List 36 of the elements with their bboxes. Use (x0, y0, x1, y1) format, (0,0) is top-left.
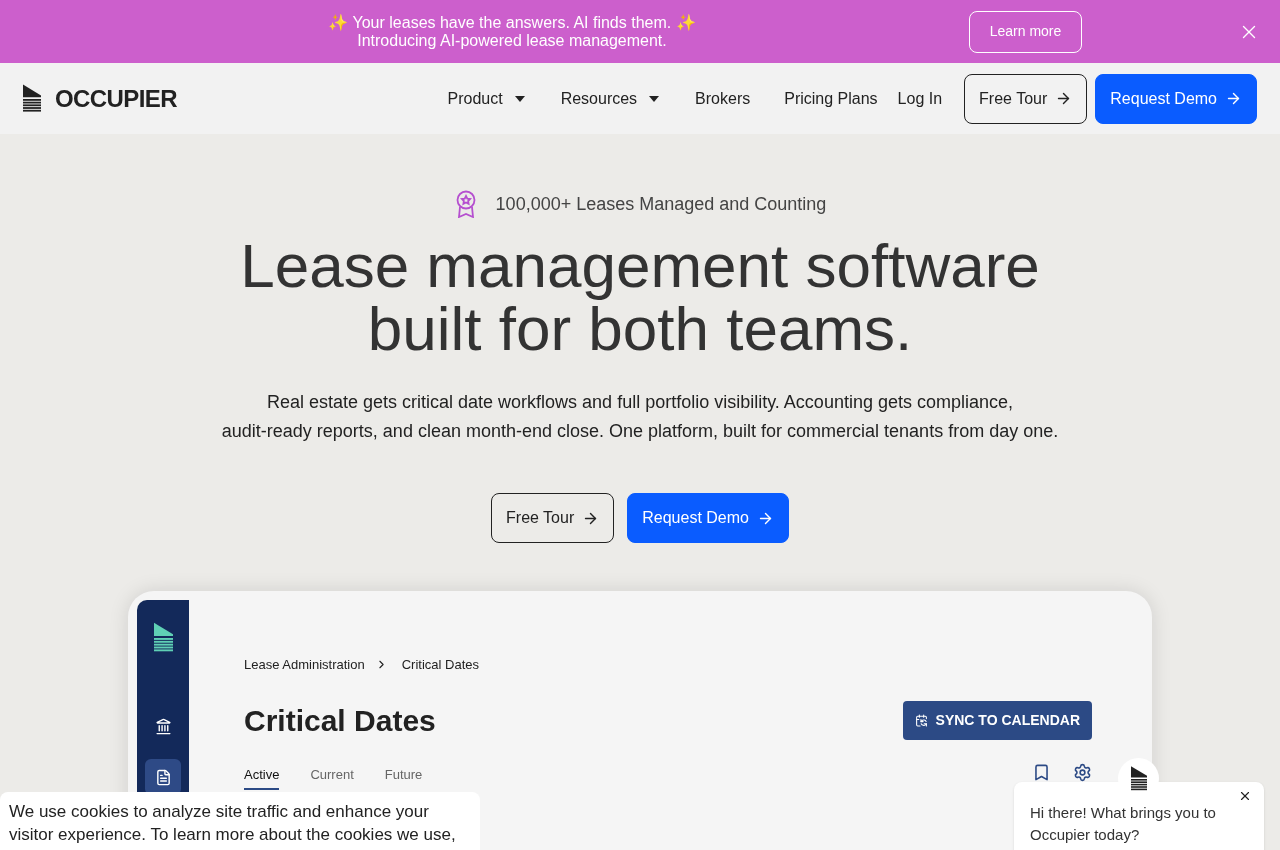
app-logo (153, 622, 173, 654)
hero-subtitle: audit-ready reports, and clean month-end close. One platform, built for commercial tenants from day one. (221, 420, 1059, 443)
announcement-text: ✨ Your leases have the answers. AI finds them. ✨ (328, 13, 696, 32)
sidebar-item[interactable] (145, 759, 181, 795)
request-demo-button[interactable]: Request Demo (627, 493, 789, 543)
announcement-text: Introducing AI-powered lease management. (357, 31, 667, 50)
settings-icon[interactable] (1073, 762, 1092, 782)
nav-link[interactable]: Brokers (695, 86, 751, 111)
chat-message: Hi there! What brings you to Occupier today? (1030, 803, 1217, 845)
free-tour-button[interactable]: Free Tour (491, 493, 615, 543)
bank-icon (154, 717, 172, 735)
sync-to-calendar-button[interactable]: SYNC TO CALENDAR (902, 700, 1092, 740)
nav-link[interactable]: Product (447, 86, 525, 111)
nav-link[interactable]: Pricing Plans (784, 86, 878, 111)
breadcrumb-item[interactable]: Lease Administration (244, 655, 365, 675)
calendar-icon (914, 713, 928, 727)
nav-link[interactable]: Resources (560, 86, 660, 111)
brand-logo (23, 83, 41, 114)
close-icon (1238, 789, 1252, 803)
cookie-text: We use cookies to analyze site traffic and enhance your visitor experience. To learn more about the cookies we use, (9, 801, 457, 846)
brand-name: OCCUPIER (55, 83, 177, 114)
app-tab[interactable]: Current (310, 764, 354, 790)
nav-link[interactable]: Log In (897, 86, 943, 111)
page-title: Critical Dates (244, 702, 436, 739)
request-demo-button[interactable]: Request Demo (1095, 73, 1257, 124)
close-button[interactable] (1238, 789, 1252, 803)
avatar-logo (1130, 765, 1147, 792)
document-icon (154, 768, 172, 786)
hero-subtitle: Real estate gets critical date workflows and full portfolio visibility. Accounting gets compliance, (266, 391, 1013, 414)
badge-text: 100,000+ Leases Managed and Counting (495, 192, 827, 216)
app-tab[interactable]: Future (384, 764, 423, 790)
free-tour-button[interactable]: Free Tour (964, 73, 1088, 124)
breadcrumb-item: Critical Dates (401, 656, 479, 674)
arrow-right-icon (1225, 90, 1242, 107)
app-tab[interactable]: Active (244, 764, 280, 790)
bookmark-icon[interactable] (1032, 762, 1051, 782)
